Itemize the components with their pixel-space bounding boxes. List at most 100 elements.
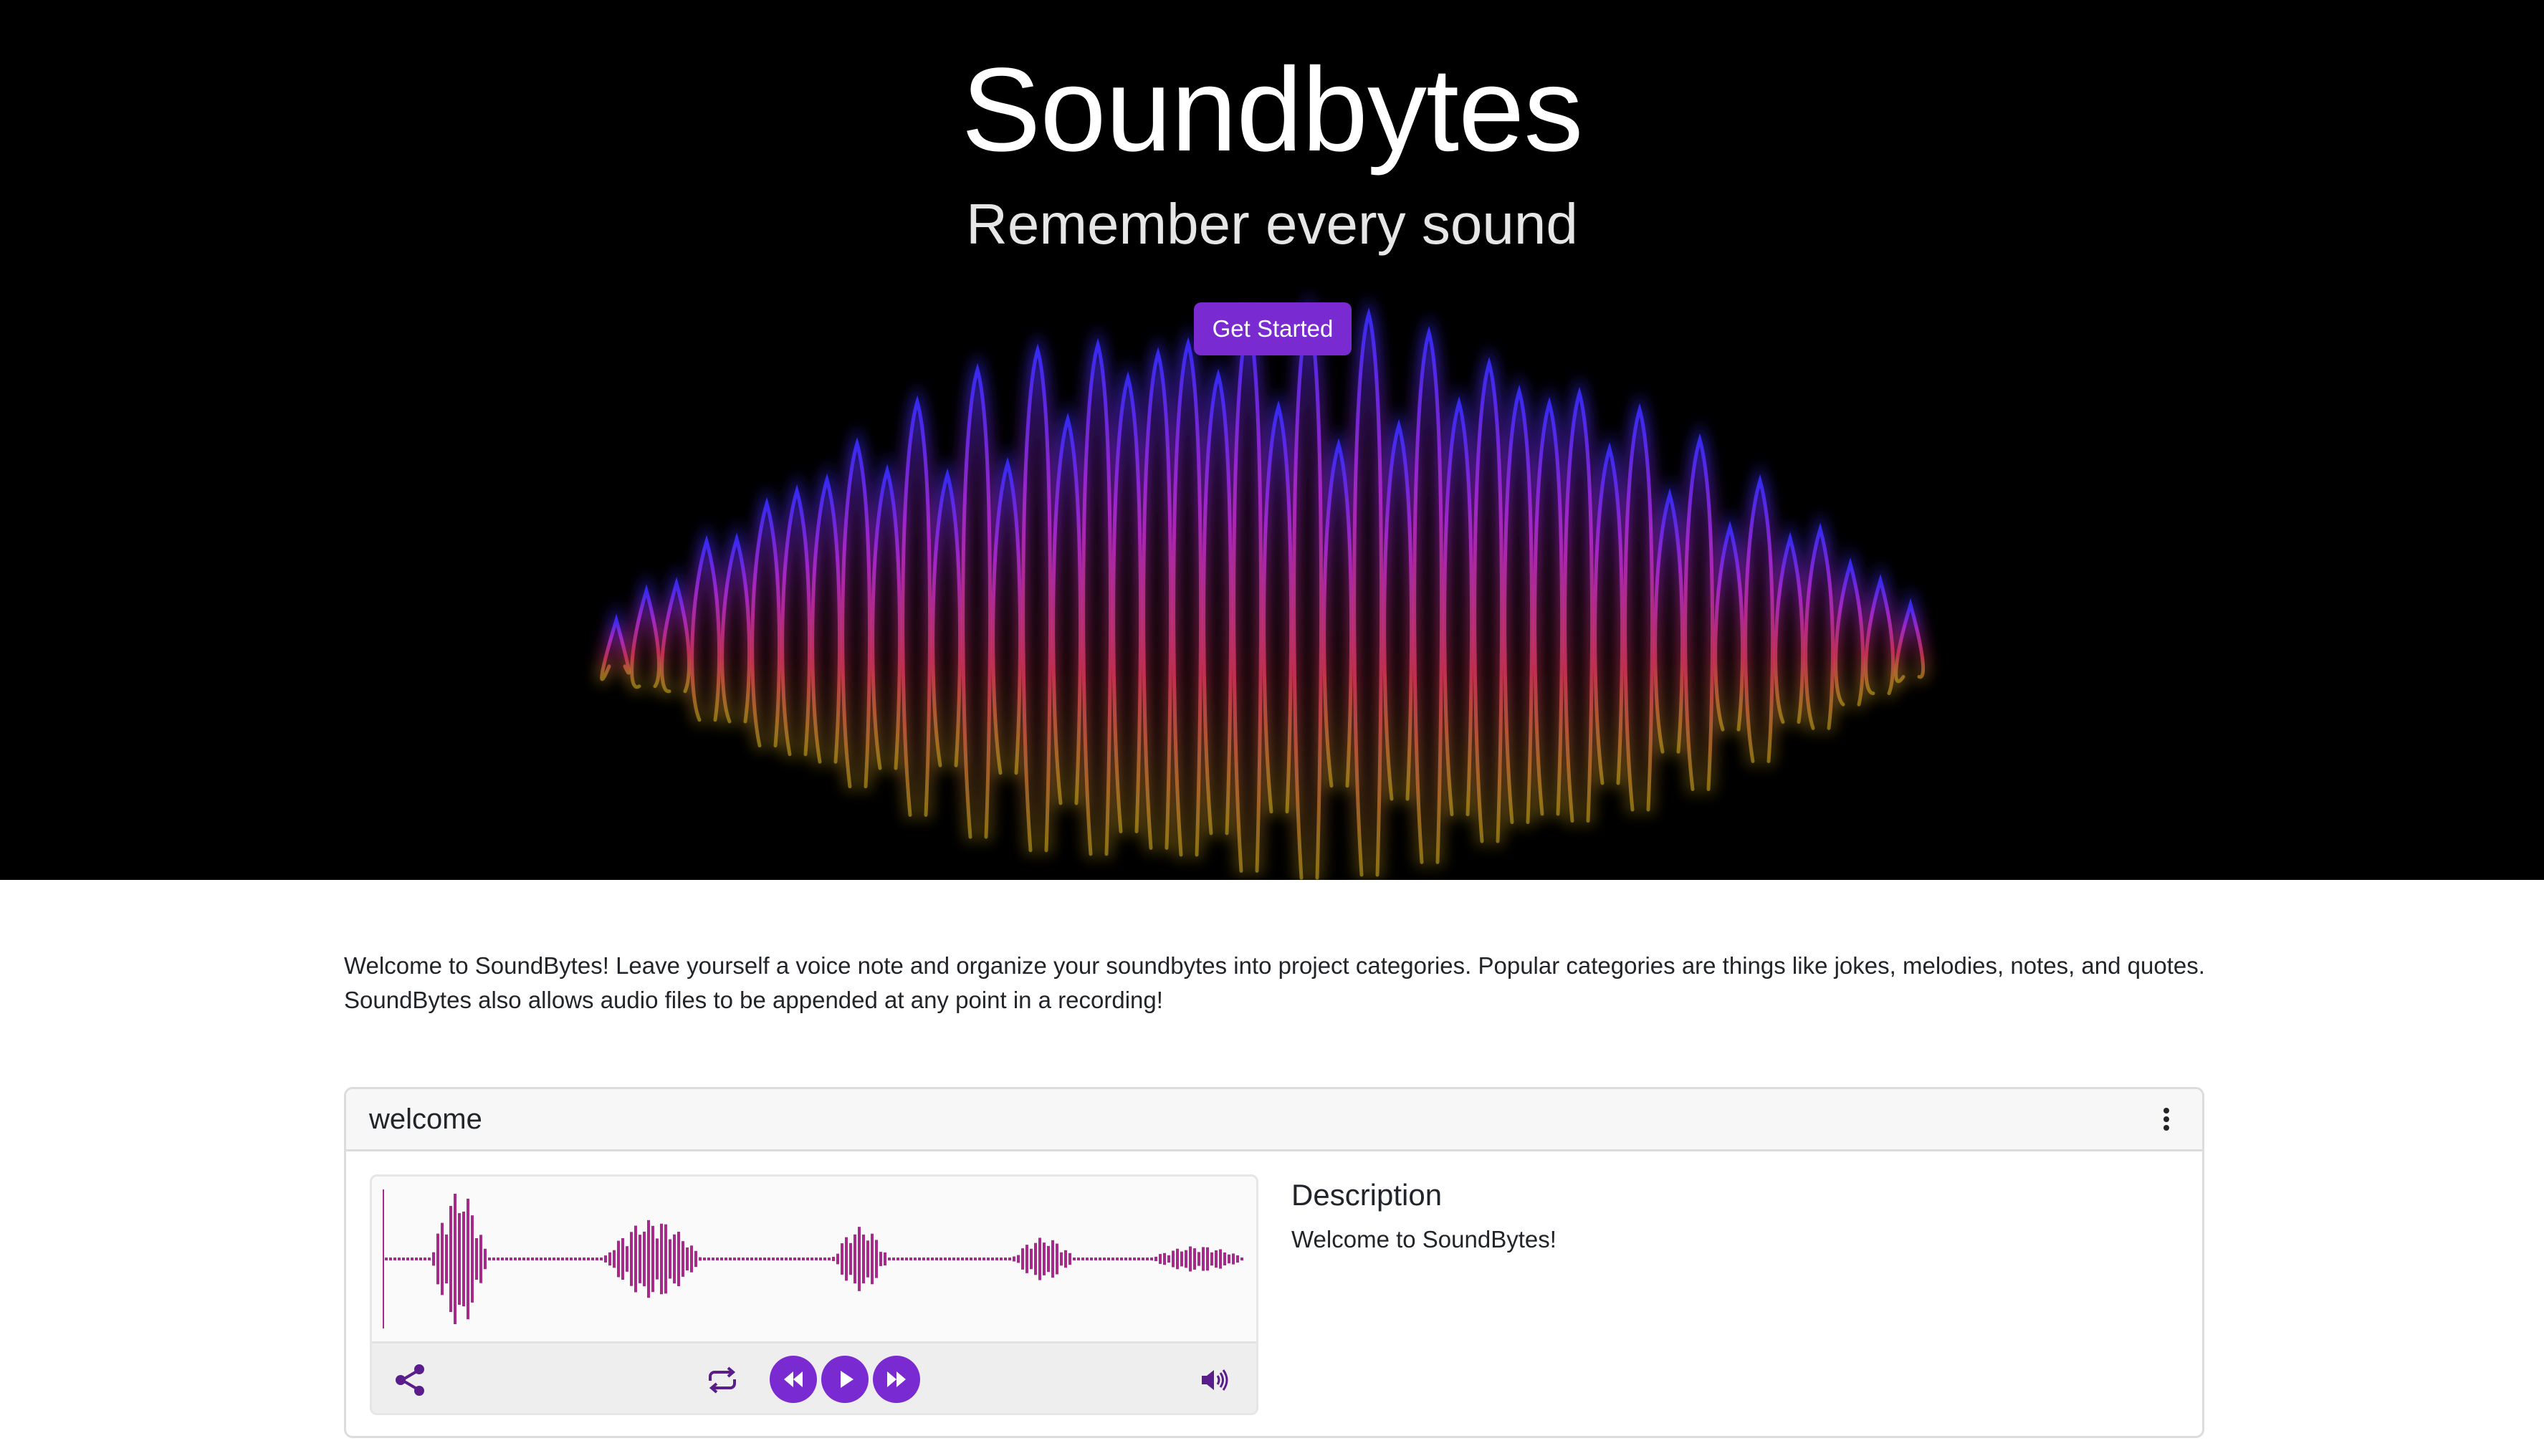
waveform-bar — [849, 1242, 852, 1275]
waveform-bar — [479, 1235, 482, 1283]
waveform-bar — [1236, 1255, 1239, 1263]
waveform-bar — [935, 1258, 938, 1260]
hero-title: Soundbytes — [961, 44, 1584, 176]
waveform-bar — [682, 1241, 684, 1277]
rewind-button[interactable] — [770, 1356, 817, 1403]
waveform-bar — [578, 1258, 581, 1260]
repeat-button[interactable] — [703, 1361, 742, 1399]
waveform-bar — [767, 1258, 770, 1260]
waveform-bar — [1228, 1254, 1230, 1264]
waveform-bar — [1142, 1258, 1144, 1260]
waveform-bar — [879, 1252, 882, 1266]
waveform-bar — [570, 1258, 573, 1260]
waveform-bar — [1240, 1258, 1243, 1260]
repeat-icon — [709, 1366, 736, 1394]
waveform-bar — [1129, 1258, 1132, 1260]
waveform-bar — [987, 1258, 990, 1260]
waveform-bar — [664, 1224, 667, 1294]
waveform-bar — [428, 1258, 431, 1260]
waveform-bar — [647, 1220, 650, 1298]
waveform-bar — [948, 1258, 951, 1260]
waveform-bar — [1017, 1255, 1020, 1263]
waveform-bar — [694, 1250, 697, 1268]
waveform-bar — [914, 1258, 917, 1260]
waveform-bar — [759, 1258, 762, 1260]
waveform-bar — [1124, 1258, 1127, 1260]
waveform-bar — [535, 1258, 538, 1260]
waveform-bar — [488, 1258, 491, 1260]
waveform-bar — [1038, 1237, 1041, 1280]
audio-player — [370, 1174, 1258, 1415]
waveform-bar — [922, 1258, 925, 1260]
waveform-bar — [707, 1258, 710, 1260]
waveform-bar — [449, 1206, 452, 1312]
waveform-bar — [737, 1258, 740, 1260]
waveform-bar — [871, 1233, 874, 1285]
waveform-bar — [1215, 1250, 1218, 1268]
waveform-bar — [651, 1225, 654, 1293]
waveform-bar — [841, 1243, 843, 1275]
waveform-bar — [1167, 1255, 1170, 1263]
waveform-bar — [596, 1258, 598, 1260]
waveform-bar — [626, 1246, 628, 1272]
waveform-bar — [424, 1258, 426, 1260]
waveform-bar — [892, 1258, 895, 1260]
waveform-bar — [716, 1258, 719, 1260]
waveform-bar — [389, 1258, 392, 1260]
waveform-bar — [776, 1258, 779, 1260]
waveform-bar — [1081, 1258, 1084, 1260]
waveform-bar — [703, 1258, 706, 1260]
share-button[interactable] — [391, 1361, 429, 1399]
more-options-button[interactable] — [2151, 1102, 2182, 1136]
waveform-bar — [565, 1258, 568, 1260]
waveform-bar — [471, 1215, 474, 1303]
waveform-bar — [982, 1258, 985, 1260]
waveform-bar — [1111, 1258, 1114, 1260]
waveform-bar — [1103, 1258, 1106, 1260]
waveform-bar — [750, 1258, 753, 1260]
waveform-bar — [927, 1258, 929, 1260]
waveform-bar — [832, 1257, 835, 1261]
waveform-bar — [505, 1258, 508, 1260]
waveform-bar — [514, 1258, 517, 1260]
waveform-bar — [1004, 1258, 1007, 1260]
waveform-bar — [952, 1258, 955, 1260]
waveform-bar — [1116, 1258, 1119, 1260]
waveform-bar — [1146, 1258, 1149, 1260]
waveform-bar — [780, 1258, 783, 1260]
volume-button[interactable] — [1196, 1362, 1232, 1398]
waveform-bar — [604, 1255, 607, 1263]
waveform-bar — [853, 1234, 856, 1284]
waveform-bar — [1060, 1252, 1063, 1266]
waveform-bar — [686, 1247, 689, 1271]
waveform-bar — [1107, 1258, 1110, 1260]
fast-forward-icon — [887, 1371, 906, 1387]
waveform-bar — [789, 1258, 792, 1260]
waveform-bar — [1210, 1252, 1213, 1266]
fast-forward-button[interactable] — [873, 1356, 920, 1403]
waveform-bar — [1223, 1253, 1226, 1265]
waveform-bar — [1193, 1248, 1196, 1270]
waveform-bar — [385, 1258, 388, 1260]
waveform-bar — [939, 1258, 942, 1260]
intro-paragraph: Welcome to SoundBytes! Leave yourself a … — [344, 952, 2205, 1013]
waveform-bar — [725, 1258, 727, 1260]
waveform-bar — [1051, 1240, 1054, 1278]
waveform-bar — [858, 1227, 861, 1291]
waveform-bar — [1137, 1258, 1140, 1260]
waveform-bar — [875, 1240, 878, 1278]
waveform-bar — [978, 1258, 981, 1260]
get-started-button[interactable]: Get Started — [1194, 302, 1352, 355]
waveform-bar — [639, 1235, 641, 1283]
waveform-bar — [415, 1258, 418, 1260]
waveform-bar — [1189, 1246, 1192, 1272]
description-text: Welcome to SoundBytes! — [1291, 1226, 1556, 1253]
waveform-bar — [643, 1231, 646, 1287]
waveform-bar — [785, 1258, 788, 1260]
play-button[interactable] — [821, 1356, 869, 1403]
waveform[interactable] — [372, 1177, 1256, 1341]
waveform-bar — [1030, 1248, 1033, 1270]
waveform-bar — [1120, 1258, 1123, 1260]
waveform-bar — [763, 1258, 766, 1260]
description-heading: Description — [1291, 1178, 1443, 1212]
